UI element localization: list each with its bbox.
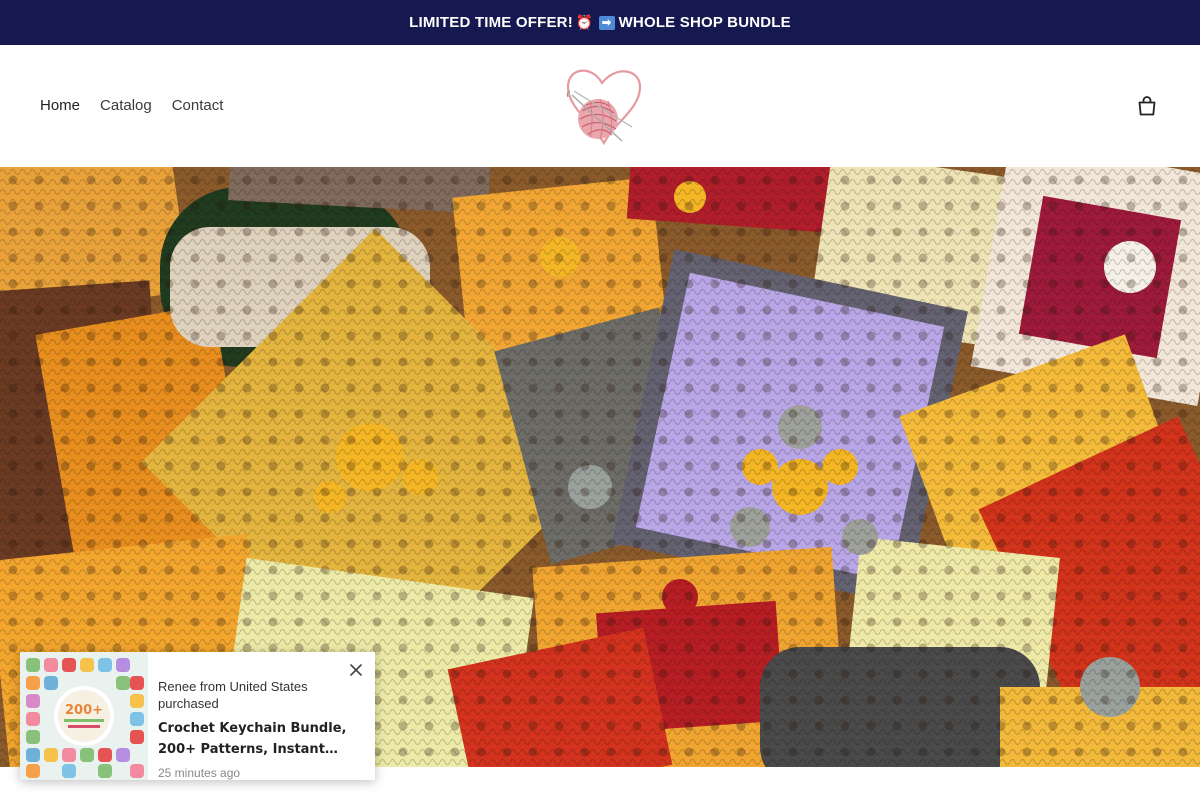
heart-yarn-ball-logo[interactable] bbox=[562, 61, 646, 149]
announcement-bar[interactable]: LIMITED TIME OFFER! ⏰ ➡ WHOLE SHOP BUNDL… bbox=[0, 0, 1200, 45]
alarm-clock-icon: ⏰ bbox=[575, 14, 594, 30]
shopping-bag-icon[interactable] bbox=[1136, 95, 1158, 117]
right-arrow-icon: ➡ bbox=[598, 15, 615, 30]
announcement-text-end: WHOLE SHOP BUNDLE bbox=[618, 14, 791, 31]
announcement-text-start: LIMITED TIME OFFER! bbox=[409, 14, 573, 31]
recent-purchase-popup[interactable]: 200+ Renee from United States purchased … bbox=[20, 652, 375, 780]
thumb-badge: 200+ bbox=[65, 703, 103, 718]
nav-home[interactable]: Home bbox=[40, 97, 80, 114]
popup-body: Renee from United States purchased Croch… bbox=[148, 652, 375, 780]
product-thumbnail[interactable]: 200+ bbox=[20, 652, 148, 780]
close-icon[interactable] bbox=[348, 662, 364, 678]
purchaser-text: Renee from United States purchased bbox=[158, 679, 308, 711]
nav-contact[interactable]: Contact bbox=[172, 97, 224, 114]
nav-catalog[interactable]: Catalog bbox=[100, 97, 152, 114]
site-header: Home Catalog Contact bbox=[0, 45, 1200, 167]
main-nav: Home Catalog Contact bbox=[40, 97, 223, 114]
product-name-link[interactable]: Crochet Keychain Bundle, 200+ Patterns, … bbox=[158, 718, 365, 760]
purchase-time: 25 minutes ago bbox=[158, 766, 241, 780]
